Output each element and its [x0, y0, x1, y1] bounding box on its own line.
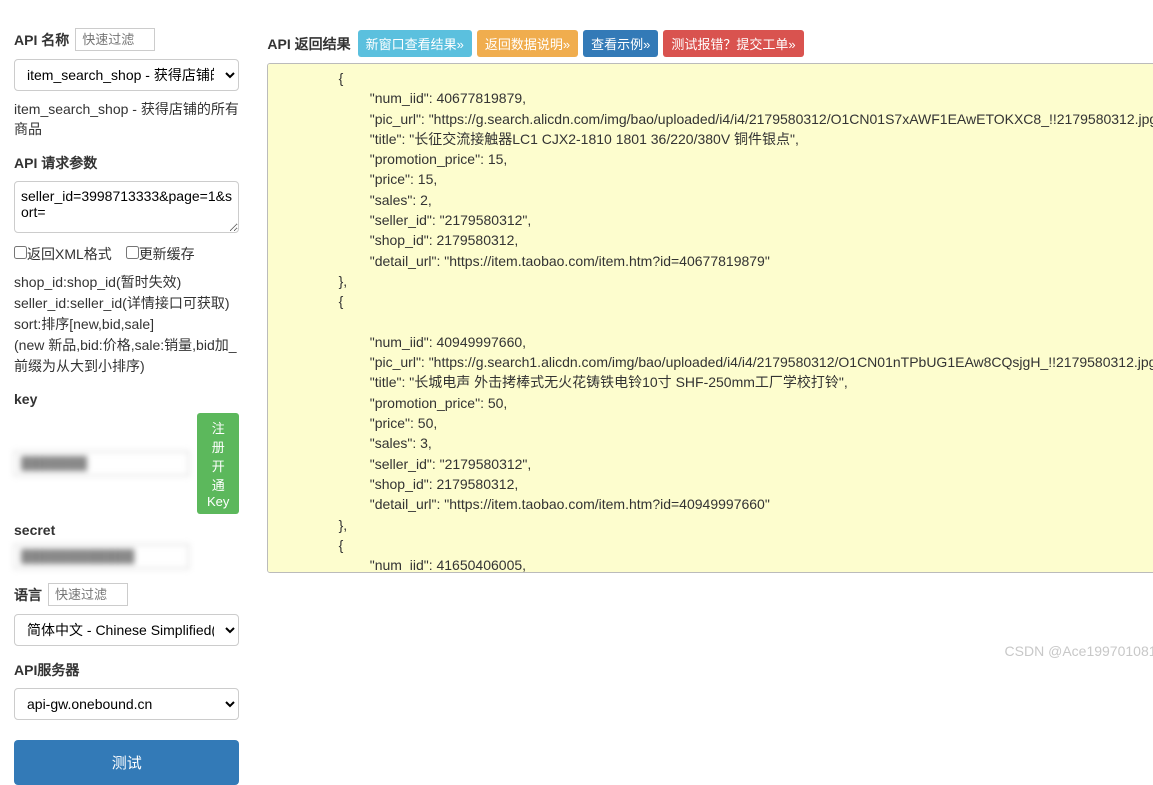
lang-select[interactable]: 简体中文 - Chinese Simplified(中文[简体])#zh-CN — [14, 614, 239, 646]
api-name-label: API 名称 — [14, 30, 69, 50]
secret-input[interactable] — [14, 544, 189, 569]
result-box[interactable]: { "num_iid": 40677819879, "pic_url": "ht… — [267, 63, 1153, 573]
api-filter-input[interactable] — [75, 28, 155, 51]
params-label: API 请求参数 — [14, 153, 239, 173]
watermark: CSDN @Ace19970108110 — [1005, 643, 1153, 659]
cache-checkbox[interactable] — [126, 246, 139, 259]
new-window-button[interactable]: 新窗口查看结果» — [358, 30, 472, 57]
help-text: shop_id:shop_id(暂时失效) seller_id:seller_i… — [14, 272, 239, 377]
server-label: API服务器 — [14, 660, 239, 680]
test-button[interactable]: 测试 — [14, 740, 239, 785]
cache-checkbox-label[interactable]: 更新缓存 — [126, 246, 195, 262]
lang-label: 语言 — [14, 585, 42, 605]
api-select[interactable]: item_search_shop - 获得店铺的所有商品 — [14, 59, 239, 91]
example-button[interactable]: 查看示例» — [583, 30, 658, 57]
feedback-button[interactable]: 测试报错？提交工单» — [663, 30, 803, 57]
data-desc-button[interactable]: 返回数据说明» — [477, 30, 578, 57]
key-input[interactable] — [14, 451, 189, 476]
result-label: API 返回结果 — [267, 34, 350, 54]
xml-checkbox-label[interactable]: 返回XML格式 — [14, 246, 112, 262]
left-panel: API 名称 item_search_shop - 获得店铺的所有商品 item… — [0, 0, 253, 667]
server-select[interactable]: api-gw.onebound.cn — [14, 688, 239, 720]
right-panel: API 返回结果 新窗口查看结果» 返回数据说明» 查看示例» 测试报错？提交工… — [253, 0, 1153, 667]
api-desc: item_search_shop - 获得店铺的所有商品 — [14, 99, 239, 139]
register-key-button[interactable]: 注册开通Key — [197, 413, 239, 514]
key-label: key — [14, 391, 239, 407]
secret-label: secret — [14, 522, 239, 538]
params-textarea[interactable] — [14, 181, 239, 233]
lang-filter-input[interactable] — [48, 583, 128, 606]
xml-checkbox[interactable] — [14, 246, 27, 259]
